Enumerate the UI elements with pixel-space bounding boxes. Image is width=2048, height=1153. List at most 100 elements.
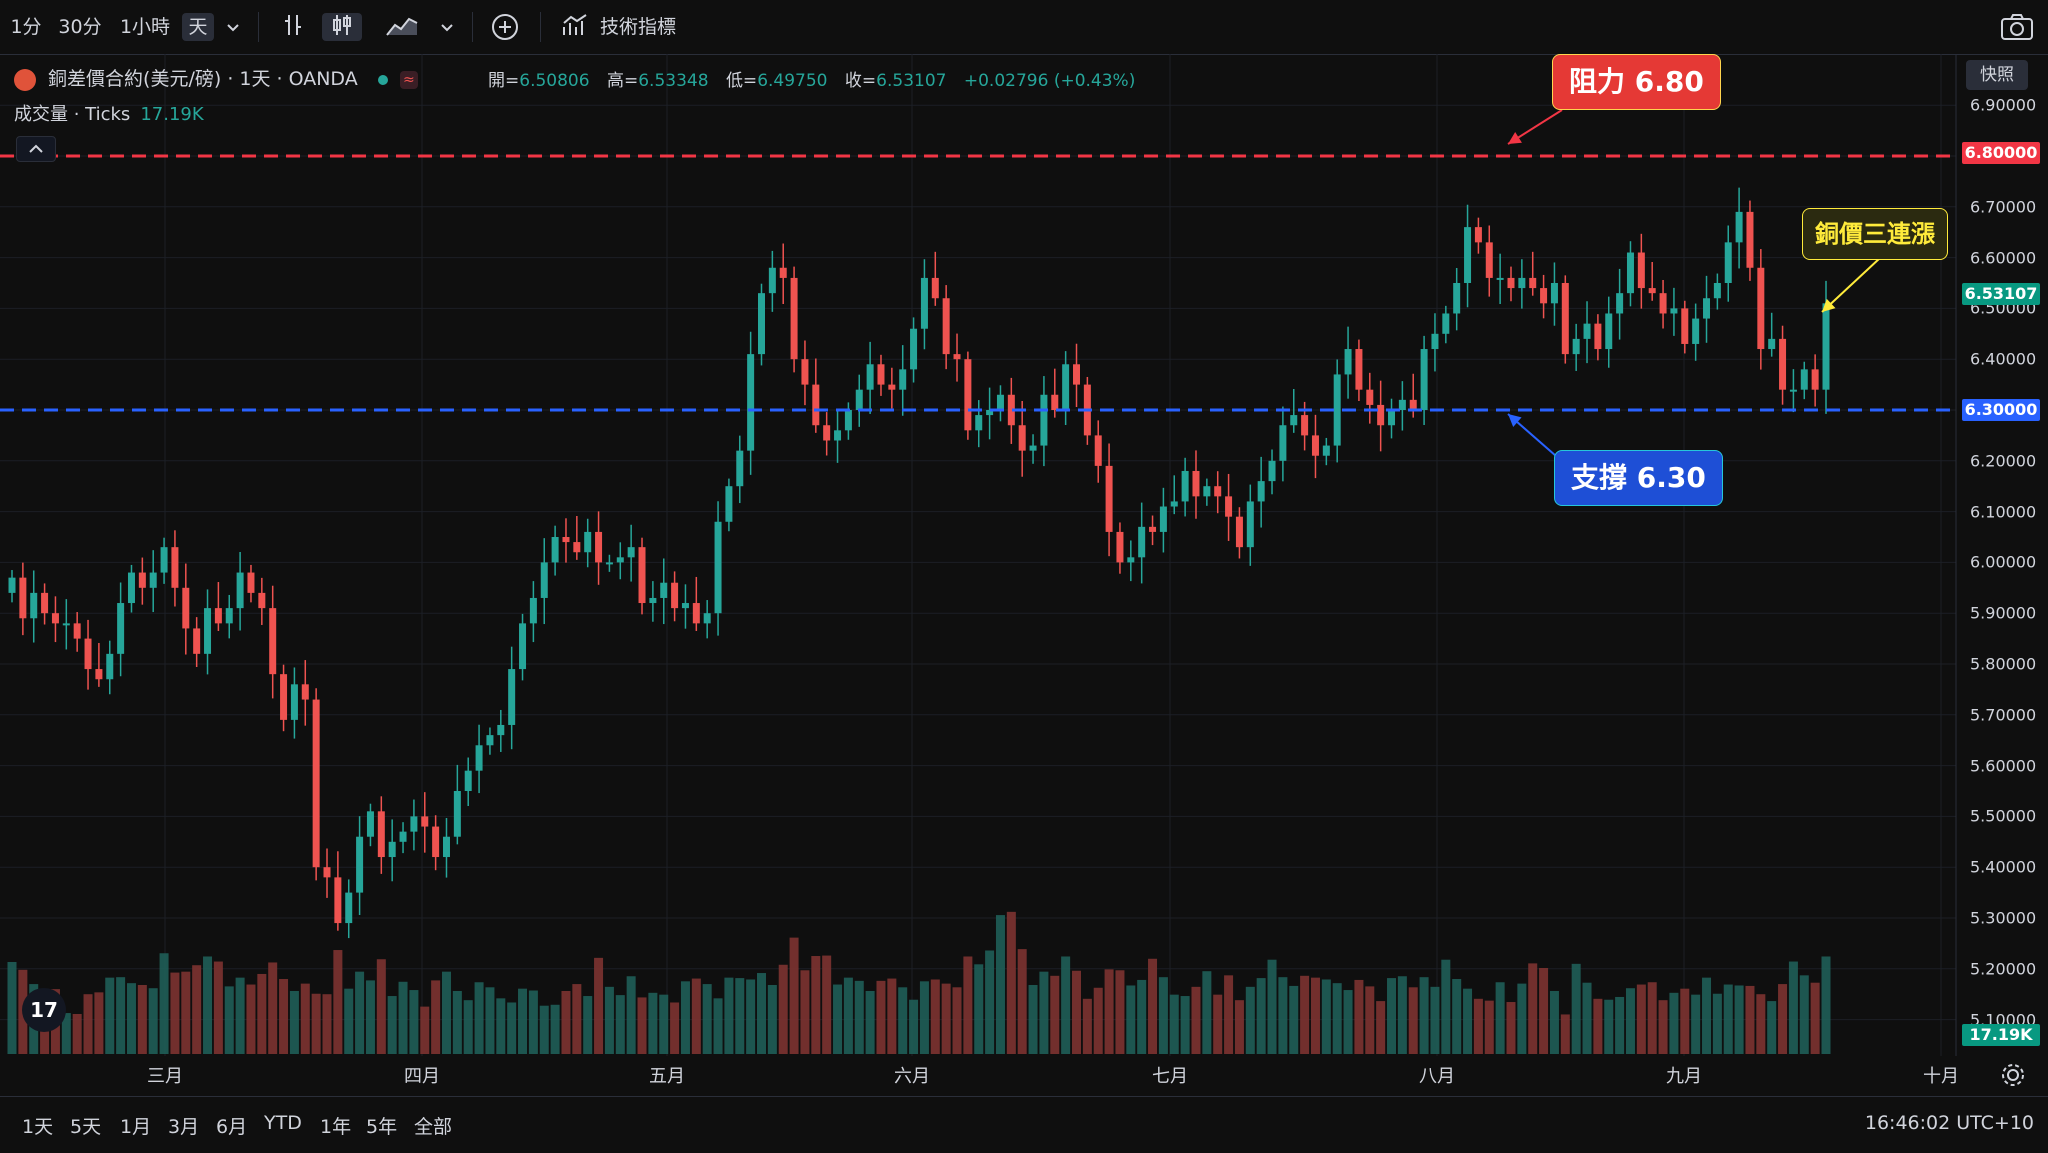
candle-body: [1127, 557, 1135, 563]
candle-body: [1616, 293, 1624, 314]
volume-bar: [355, 971, 365, 1054]
volume-bar: [1636, 984, 1646, 1054]
volume-bar: [181, 971, 191, 1054]
volume-bar: [648, 992, 658, 1054]
candle-body: [1670, 308, 1678, 314]
volume-bar: [474, 982, 484, 1054]
candle-body: [1626, 252, 1634, 294]
volume-bar: [1028, 985, 1038, 1054]
candle-body: [1116, 531, 1124, 563]
volume-bar: [376, 959, 386, 1054]
volume-bar: [1321, 979, 1331, 1054]
range-button[interactable]: 全部: [414, 1112, 452, 1139]
settings-icon[interactable]: [2000, 1062, 2026, 1092]
range-button[interactable]: 6月: [216, 1112, 247, 1139]
price-tick-label: 5.70000: [1970, 705, 2037, 725]
bottom-bar: [0, 1096, 2048, 1153]
candle-body: [681, 603, 689, 609]
candle-body: [692, 603, 700, 624]
volume-bar: [170, 972, 180, 1054]
range-button[interactable]: 3月: [168, 1112, 199, 1139]
volume-bar: [485, 987, 495, 1054]
symbol-title[interactable]: 銅差價合約(美元/磅) · 1天 · OANDA: [48, 68, 358, 90]
candle-body: [888, 384, 896, 390]
range-button[interactable]: YTD: [264, 1112, 302, 1134]
range-button[interactable]: 1天: [22, 1112, 53, 1139]
low-value: 6.49750: [757, 71, 828, 91]
range-button[interactable]: 5天: [70, 1112, 101, 1139]
resistance-arrow-head: [1508, 131, 1522, 144]
candle-body: [508, 669, 516, 725]
candle-body: [844, 410, 852, 431]
candle-body: [1333, 374, 1341, 446]
candle-body: [225, 608, 233, 624]
candle-body: [117, 603, 125, 654]
range-button[interactable]: 5年: [366, 1112, 397, 1139]
tradingview-logo[interactable]: 17: [22, 988, 66, 1032]
candle-body: [1311, 435, 1319, 456]
candle-body: [1507, 277, 1515, 289]
candle-body: [127, 572, 135, 604]
volume-bar: [1430, 986, 1440, 1054]
price-tick-label: 6.70000: [1970, 197, 2037, 217]
volume-bar: [594, 957, 604, 1054]
volume-bar: [420, 1006, 430, 1054]
candle-body: [703, 613, 711, 624]
range-button[interactable]: 1年: [320, 1112, 351, 1139]
candle-body: [768, 267, 776, 294]
ohlc-readout: 開=6.50806 高=6.53348 低=6.49750 收=6.53107 …: [488, 66, 1147, 91]
candle-body: [964, 359, 972, 431]
candle-body: [1105, 465, 1113, 532]
volume-bar: [1778, 984, 1788, 1054]
chart-grid: [0, 54, 1956, 1056]
clock[interactable]: 16:46:02 UTC+10: [1865, 1112, 2034, 1134]
candle-body: [1344, 349, 1352, 375]
volume-label[interactable]: 成交量 · Ticks: [14, 104, 130, 125]
candle-body: [1246, 501, 1254, 548]
candle-body: [95, 669, 103, 680]
volume-bar: [887, 978, 897, 1054]
candle-body: [1214, 486, 1222, 497]
volume-bar: [213, 961, 223, 1054]
resistance-callout: 阻力 6.80: [1552, 54, 1721, 110]
rally-callout: 銅價三連漲: [1802, 208, 1948, 260]
month-tick-label: 三月: [147, 1066, 183, 1087]
volume-bar: [1517, 983, 1527, 1054]
candle-body: [1583, 323, 1591, 339]
volume-bar: [789, 937, 799, 1054]
candle-body: [1692, 318, 1700, 344]
candle-body: [996, 394, 1004, 410]
volume-bar: [1408, 987, 1418, 1054]
candle-body: [19, 577, 27, 619]
candle-body: [1713, 283, 1721, 299]
candle-body: [84, 638, 92, 670]
volume-bar: [974, 964, 984, 1054]
volume-bar: [1234, 1000, 1244, 1054]
candle-body: [366, 811, 374, 837]
collapse-legend-button[interactable]: [16, 136, 56, 162]
volume-bar: [1419, 977, 1429, 1054]
volume-bar: [1213, 994, 1223, 1054]
volume-bar: [1463, 988, 1473, 1054]
candle-body: [779, 267, 787, 278]
volume-bar: [583, 996, 593, 1054]
candle-body: [377, 811, 385, 858]
candle-body: [41, 592, 49, 614]
volume-bar: [1343, 990, 1353, 1054]
price-chart[interactable]: [0, 0, 2048, 1152]
month-tick-label: 八月: [1419, 1066, 1455, 1087]
snapshot-button[interactable]: 快照: [1966, 60, 2028, 90]
candle-body: [1681, 308, 1689, 344]
volume-bar: [1680, 988, 1690, 1054]
candle-body: [1648, 288, 1656, 294]
price-tick-label: 5.90000: [1970, 603, 2037, 623]
volume-bar: [778, 964, 788, 1054]
range-button[interactable]: 1月: [120, 1112, 151, 1139]
candle-body: [757, 293, 765, 355]
volume-bar: [1528, 963, 1538, 1054]
volume-bar: [1115, 970, 1125, 1054]
candle-body: [1800, 369, 1808, 390]
volume-bar: [1615, 996, 1625, 1054]
volume-bar: [615, 995, 625, 1054]
month-tick-label: 六月: [894, 1066, 930, 1087]
